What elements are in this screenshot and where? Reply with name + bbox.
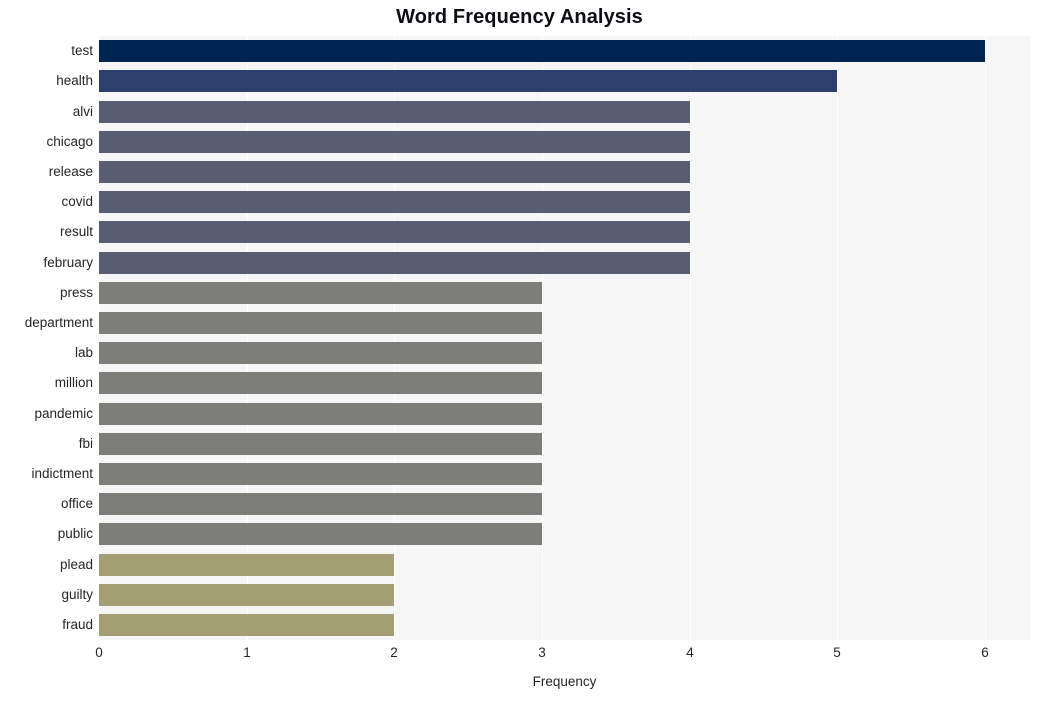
bar-chicago[interactable] bbox=[99, 131, 690, 153]
y-tick-label-chicago: chicago bbox=[46, 134, 93, 149]
y-tick-label-release: release bbox=[48, 164, 93, 179]
y-tick-label-public: public bbox=[57, 526, 93, 541]
bar-result[interactable] bbox=[99, 221, 690, 243]
bar-guilty[interactable] bbox=[99, 584, 394, 606]
bar-covid[interactable] bbox=[99, 191, 690, 213]
y-tick-label-result: result bbox=[59, 224, 93, 239]
y-tick-label-february: february bbox=[43, 255, 93, 270]
y-tick-label-health: health bbox=[56, 73, 93, 88]
bar-press[interactable] bbox=[99, 282, 542, 304]
bar-release[interactable] bbox=[99, 161, 690, 183]
bar-plead[interactable] bbox=[99, 554, 394, 576]
x-tick-label-6: 6 bbox=[981, 645, 989, 660]
y-tick-label-pandemic: pandemic bbox=[34, 406, 93, 421]
bar-alvi[interactable] bbox=[99, 101, 690, 123]
bar-public[interactable] bbox=[99, 523, 542, 545]
y-tick-label-fraud: fraud bbox=[62, 617, 93, 632]
x-tick-label-2: 2 bbox=[390, 645, 398, 660]
bar-fbi[interactable] bbox=[99, 433, 542, 455]
x-tick-label-4: 4 bbox=[686, 645, 694, 660]
y-tick-label-department: department bbox=[24, 315, 93, 330]
y-tick-label-plead: plead bbox=[59, 557, 93, 572]
bar-department[interactable] bbox=[99, 312, 542, 334]
y-tick-label-million: million bbox=[54, 375, 93, 390]
chart-title: Word Frequency Analysis bbox=[396, 6, 643, 28]
bar-health[interactable] bbox=[99, 70, 837, 92]
bar-indictment[interactable] bbox=[99, 463, 542, 485]
bar-office[interactable] bbox=[99, 493, 542, 515]
bars-layer bbox=[99, 36, 1030, 640]
y-tick-label-alvi: alvi bbox=[72, 104, 93, 119]
y-axis-tick-labels: test health alvi chicago release covid result f… bbox=[0, 36, 93, 640]
bar-fraud[interactable] bbox=[99, 614, 394, 636]
y-tick-label-fbi: fbi bbox=[78, 436, 93, 451]
bar-million[interactable] bbox=[99, 372, 542, 394]
y-tick-label-office: office bbox=[60, 496, 93, 511]
y-tick-label-guilty: guilty bbox=[61, 587, 93, 602]
y-tick-label-indictment: indictment bbox=[31, 466, 93, 481]
bar-pandemic[interactable] bbox=[99, 403, 542, 425]
x-tick-label-5: 5 bbox=[833, 645, 841, 660]
x-tick-label-0: 0 bbox=[95, 645, 103, 660]
x-tick-label-1: 1 bbox=[243, 645, 251, 660]
bar-test[interactable] bbox=[99, 40, 985, 62]
bar-lab[interactable] bbox=[99, 342, 542, 364]
y-tick-label-covid: covid bbox=[61, 194, 93, 209]
y-tick-label-test: test bbox=[71, 43, 93, 58]
chart-figure: Word Frequency Analysis test health alvi ch… bbox=[0, 0, 1039, 701]
x-axis-tick-labels: 0 1 2 3 4 5 6 bbox=[95, 645, 1030, 665]
bar-february[interactable] bbox=[99, 252, 690, 274]
y-tick-label-press: press bbox=[59, 285, 93, 300]
x-tick-label-3: 3 bbox=[538, 645, 546, 660]
y-tick-label-lab: lab bbox=[74, 345, 93, 360]
x-axis-label: Frequency bbox=[532, 674, 597, 689]
